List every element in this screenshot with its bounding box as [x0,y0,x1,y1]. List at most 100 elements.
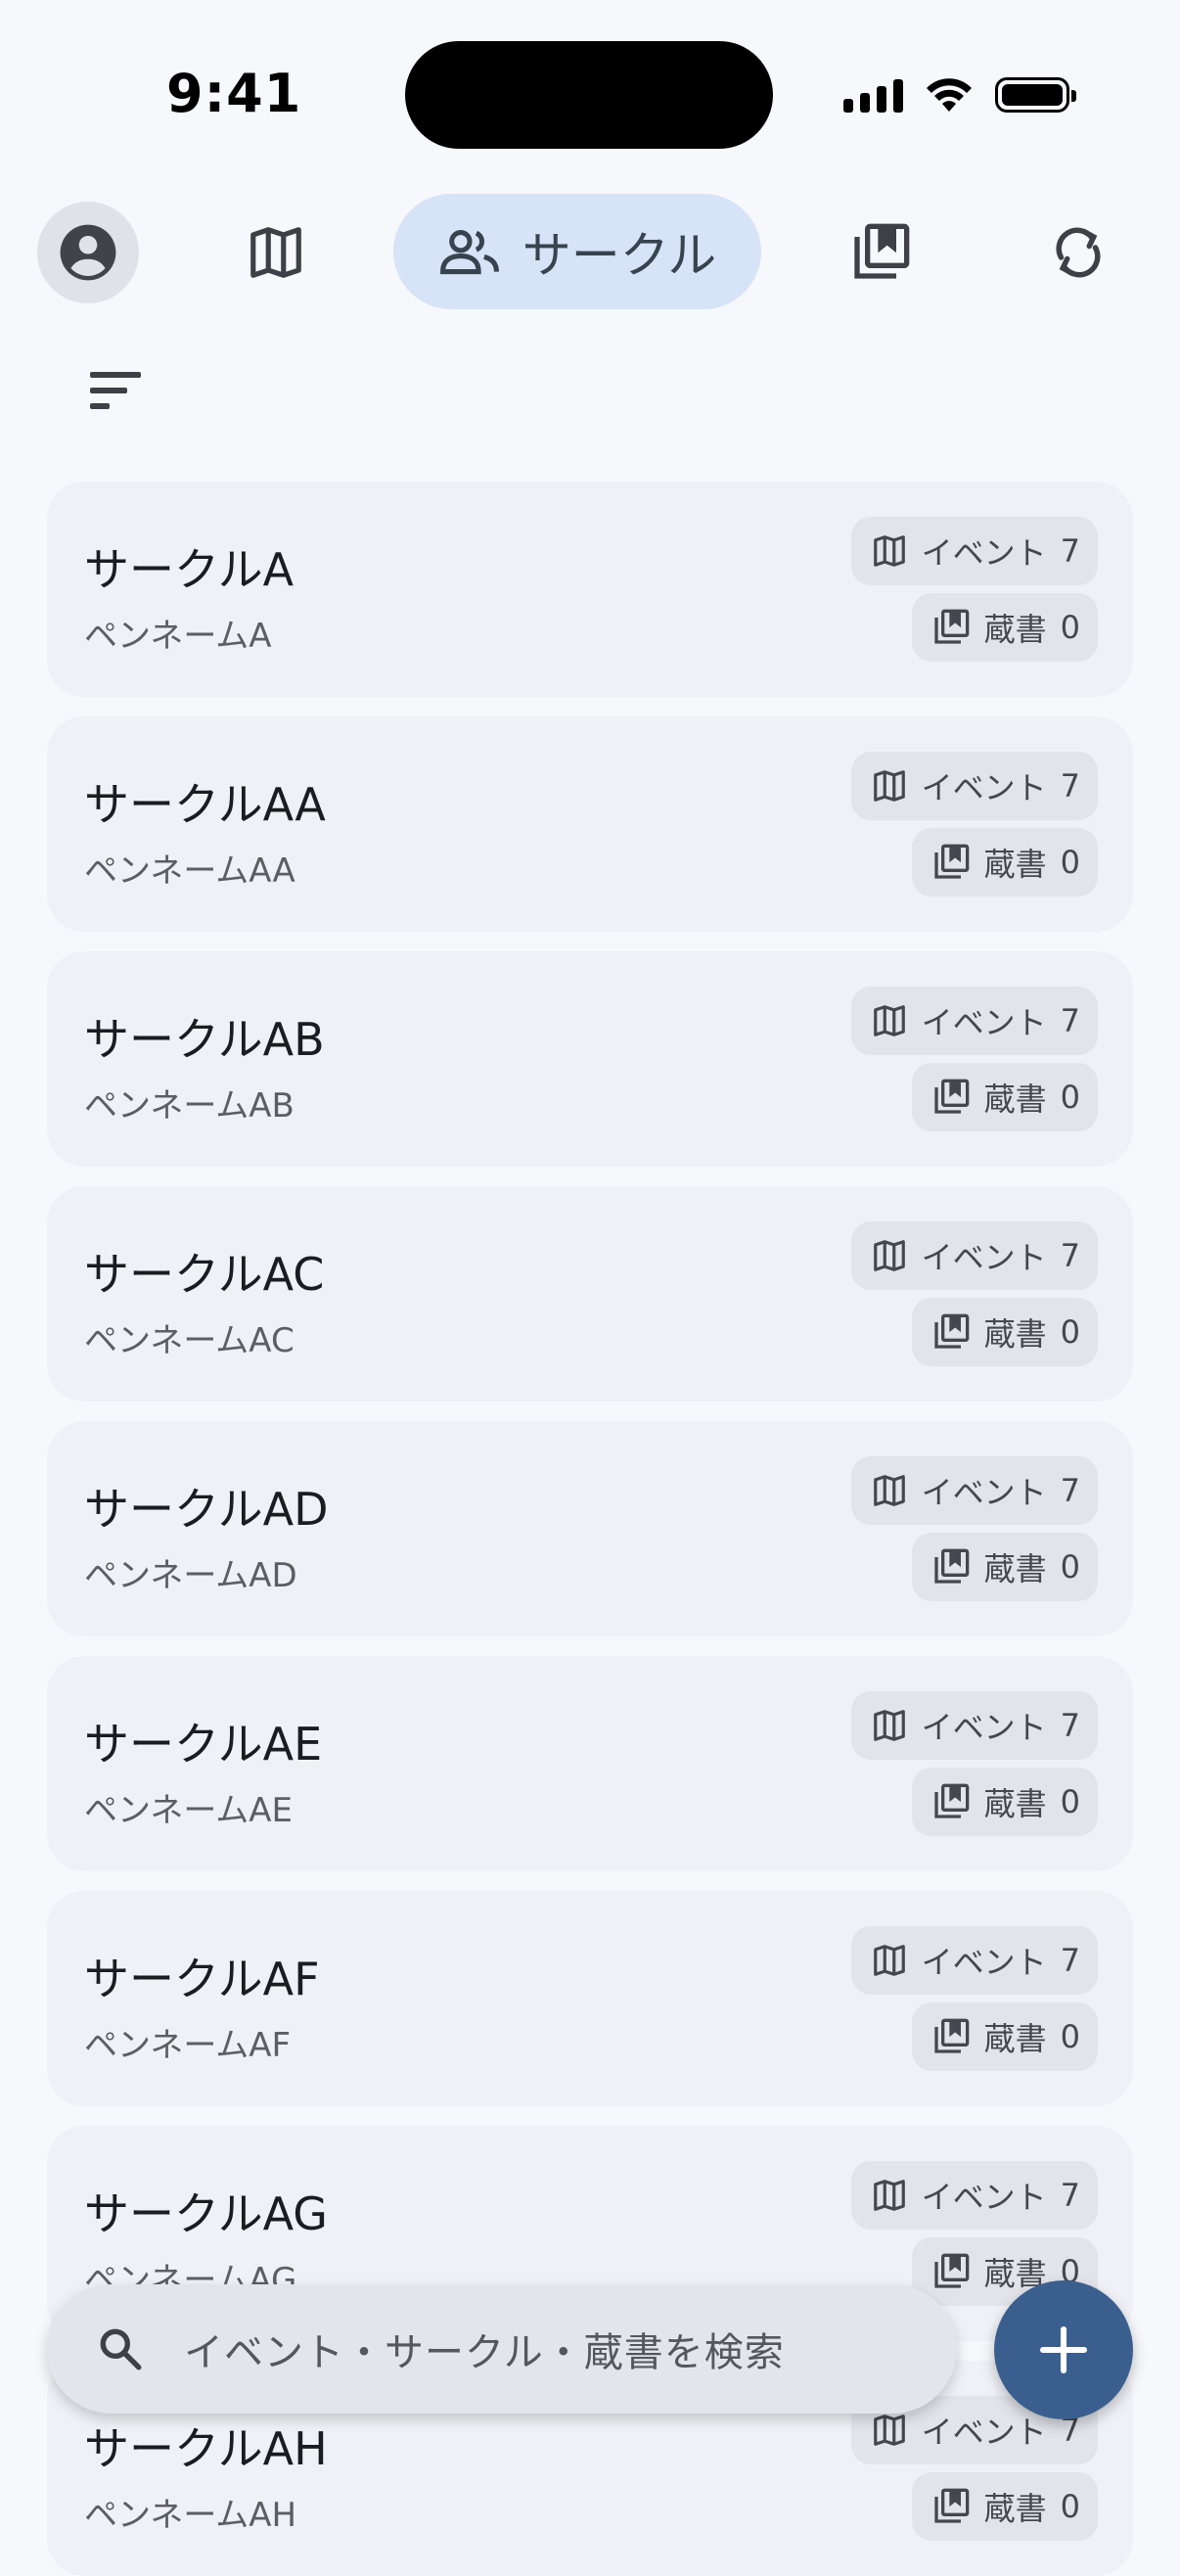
book-count-chip: 蔵書 0 [911,1533,1098,1601]
book-count: 0 [1060,1783,1080,1820]
event-label: イベント [921,1944,1047,1981]
book-count: 0 [1060,1079,1080,1116]
list-item[interactable]: サークルAC ペンネームAC イベント 7 蔵書 0 [47,1186,1133,1402]
pen-name: ペンネームAF [84,2026,292,2065]
event-count-chip: イベント 7 [850,1926,1098,1995]
library-books-icon [933,1079,969,1114]
book-count-chip: 蔵書 0 [911,1298,1098,1366]
status-time: 9:41 [166,63,302,124]
event-label: イベント [921,1239,1047,1276]
book-count-chip: 蔵書 0 [911,593,1098,662]
circle-name: サークルAG [84,2187,328,2240]
event-count: 7 [1060,1237,1080,1274]
book-count: 0 [1060,844,1080,881]
book-label: 蔵書 [983,1550,1047,1587]
dynamic-island [405,41,773,149]
event-count: 7 [1060,2177,1080,2214]
list-item[interactable]: サークルAB ペンネームAB イベント 7 蔵書 0 [47,951,1133,1167]
circle-name: サークルA [84,543,295,596]
event-count-chip: イベント 7 [850,1221,1098,1290]
library-books-icon [854,223,910,279]
pen-name: ペンネームAH [84,2496,297,2535]
library-nav-button[interactable] [830,213,931,292]
library-books-icon [933,1783,969,1818]
event-count-chip: イベント 7 [850,2161,1098,2230]
event-label: イベント [921,1709,1047,1746]
account-button[interactable] [37,202,139,303]
map-icon [873,2415,905,2446]
book-label: 蔵書 [983,1315,1047,1353]
circle-name: サークルAF [84,1953,320,2005]
circle-name: サークルAC [84,1248,325,1301]
book-count-chip: 蔵書 0 [911,828,1098,897]
sync-button[interactable] [1027,213,1129,292]
event-count: 7 [1060,532,1080,570]
circle-name: サークルAH [84,2422,328,2475]
book-label: 蔵書 [983,2020,1047,2057]
book-count-chip: 蔵書 0 [911,2472,1098,2541]
search-bar[interactable]: イベント・サークル・蔵書を検索 [47,2284,957,2414]
book-count-chip: 蔵書 0 [911,1063,1098,1131]
book-label: 蔵書 [983,1081,1047,1118]
cellular-signal-icon [843,77,903,113]
event-count-chip: イベント 7 [850,1691,1098,1760]
add-button[interactable] [994,2280,1133,2419]
search-placeholder: イベント・サークル・蔵書を検索 [184,2330,785,2375]
library-books-icon [933,609,969,644]
list-item[interactable]: サークルA ペンネームA イベント 7 蔵書 0 [47,482,1133,697]
map-icon [873,1945,905,1976]
book-count-chip: 蔵書 0 [911,1768,1098,1836]
list-item[interactable]: サークルAD ペンネームAD イベント 7 蔵書 0 [47,1421,1133,1636]
event-count-chip: イベント 7 [850,517,1098,585]
map-icon [873,1475,905,1506]
wifi-icon [927,78,972,112]
circle-name: サークルAD [84,1483,329,1536]
book-count: 0 [1060,2488,1080,2525]
event-count-chip: イベント 7 [850,752,1098,820]
book-label: 蔵書 [983,2490,1047,2527]
map-icon [873,770,905,802]
book-count: 0 [1060,1313,1080,1351]
event-count: 7 [1060,767,1080,805]
library-books-icon [933,1548,969,1584]
event-count-chip: イベント 7 [850,1456,1098,1525]
map-icon [873,1005,905,1036]
event-count: 7 [1060,1707,1080,1744]
top-navigation: サークル [0,192,1180,313]
book-label: 蔵書 [983,1785,1047,1822]
event-count-chip: イベント 7 [850,987,1098,1055]
pen-name: ペンネームAA [84,851,295,891]
map-icon [873,1240,905,1271]
event-label: イベント [921,1004,1047,1041]
map-icon [873,535,905,567]
tab-circles-label: サークル [522,227,717,284]
event-label: イベント [921,2179,1047,2216]
status-icons [843,70,1076,119]
list-item[interactable]: サークルAF ペンネームAF イベント 7 蔵書 0 [47,1891,1133,2106]
list-item[interactable]: サークルAA ペンネームAA イベント 7 蔵書 0 [47,716,1133,932]
map-icon [250,227,301,278]
circle-name: サークルAB [84,1013,325,1066]
pen-name: ペンネームAE [84,1791,294,1830]
sync-icon [1056,227,1101,278]
library-books-icon [933,2488,969,2523]
book-count-chip: 蔵書 0 [911,2002,1098,2071]
event-count: 7 [1060,1942,1080,1979]
map-icon [873,2180,905,2211]
event-label: イベント [921,1474,1047,1511]
library-books-icon [933,1313,969,1349]
book-count: 0 [1060,2018,1080,2055]
event-label: イベント [921,2414,1047,2451]
add-icon [1039,2325,1088,2374]
sort-button[interactable] [84,362,153,421]
battery-icon [995,77,1076,113]
map-nav-button[interactable] [225,213,327,292]
book-count: 0 [1060,1548,1080,1586]
event-label: イベント [921,769,1047,806]
book-label: 蔵書 [983,846,1047,883]
event-count: 7 [1060,1472,1080,1509]
account-circle-icon [60,224,116,281]
tab-circles[interactable]: サークル [393,194,761,309]
circle-name: サークルAE [84,1718,323,1771]
list-item[interactable]: サークルAE ペンネームAE イベント 7 蔵書 0 [47,1656,1133,1871]
